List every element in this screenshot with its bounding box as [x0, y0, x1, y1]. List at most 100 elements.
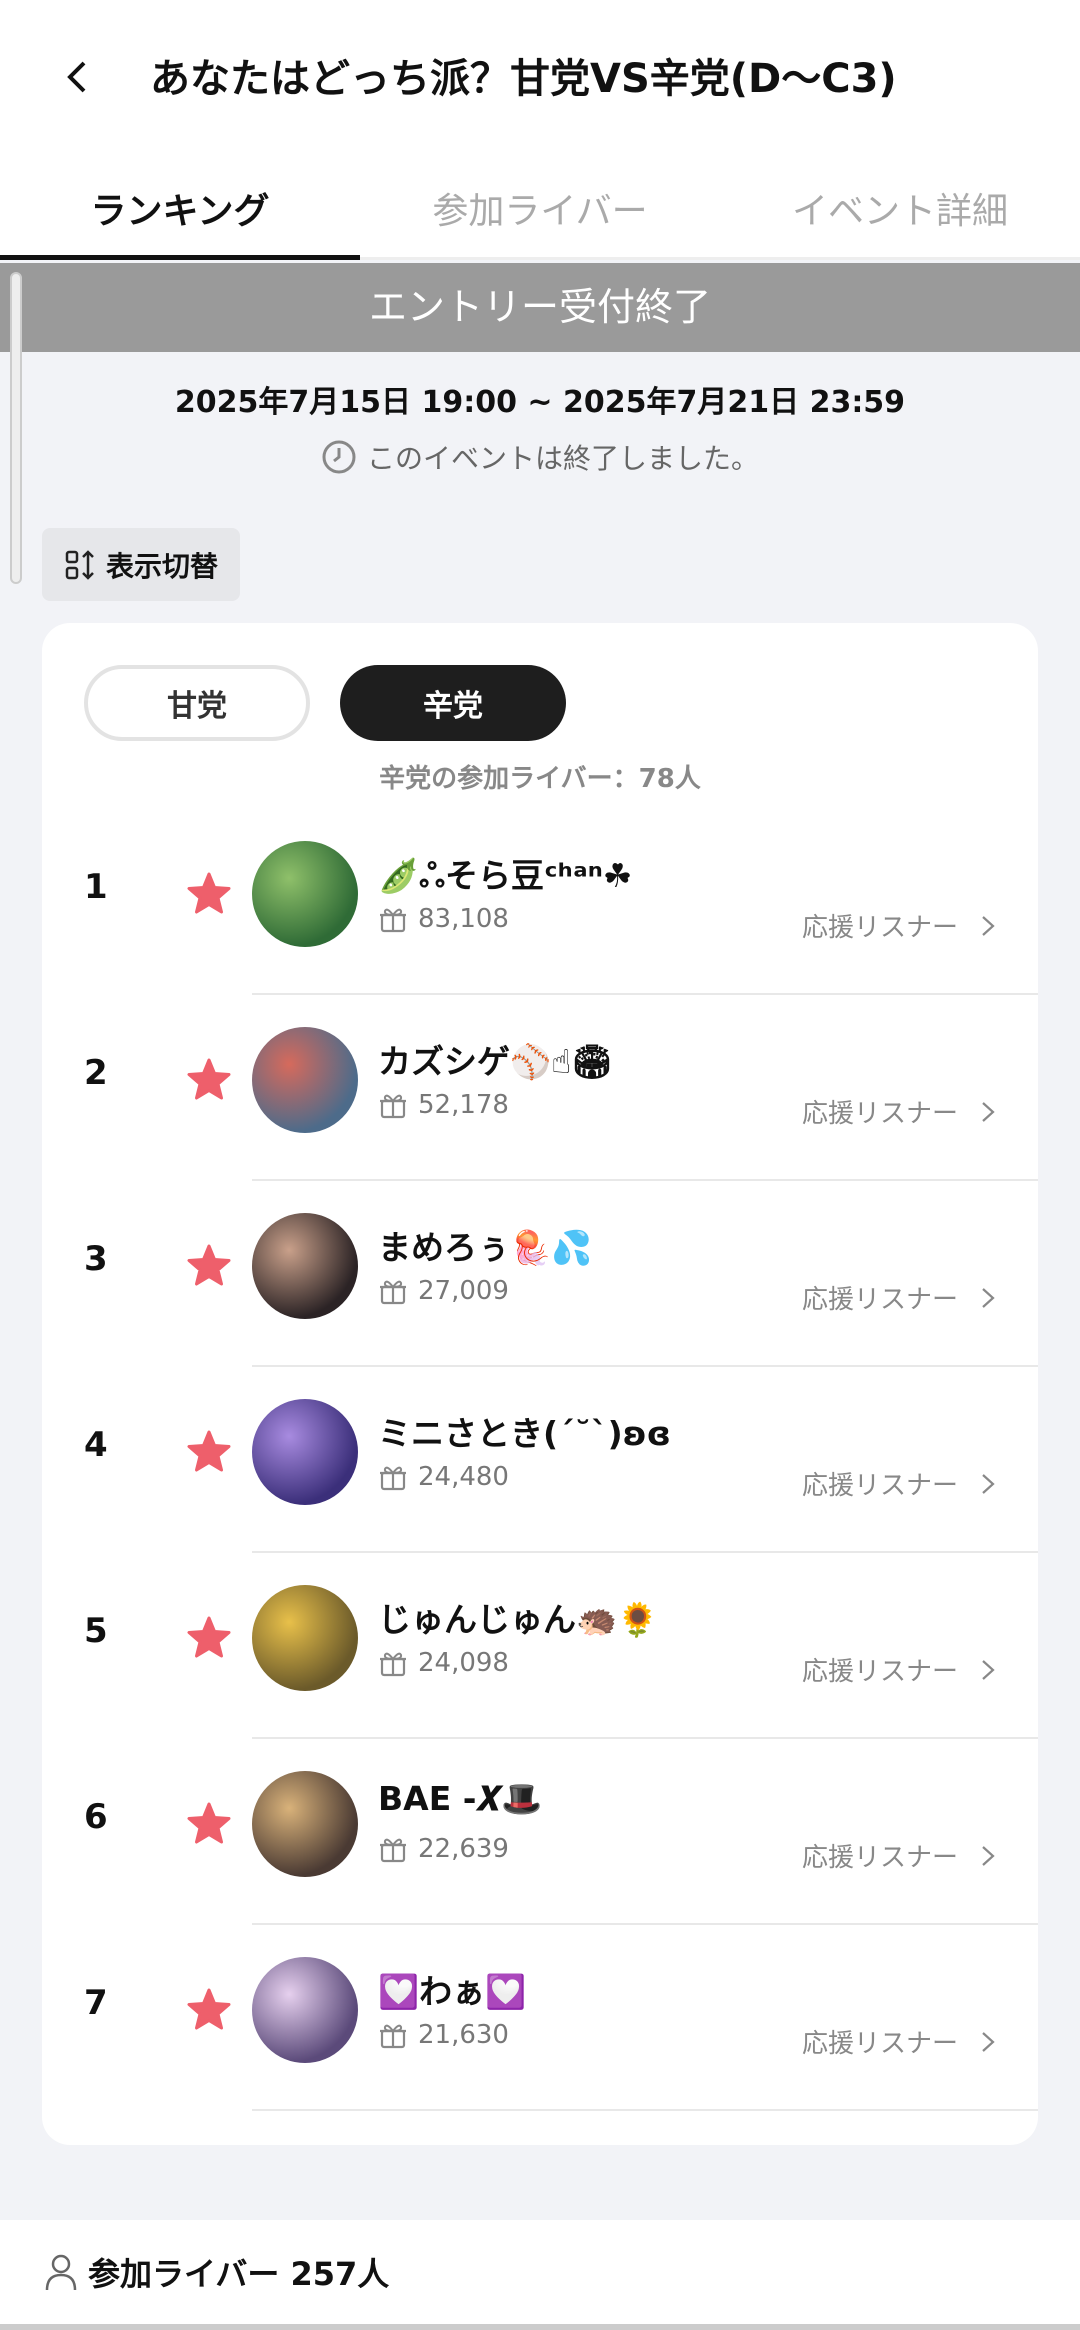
points: 24,480 [378, 1462, 509, 1492]
scrollbar[interactable] [10, 272, 22, 584]
points: 24,098 [378, 1648, 509, 1678]
chevron-right-icon [982, 1287, 995, 1308]
chevron-right-icon [982, 1473, 995, 1494]
supporter-link[interactable]: 応援リスナー [802, 1093, 996, 1130]
supporter-label: 応援リスナー [801, 2029, 958, 2059]
back-button[interactable] [52, 52, 102, 102]
supporter-link[interactable]: 応援リスナー [802, 1837, 996, 1874]
avatar[interactable] [252, 1399, 358, 1505]
rank-number: 5 [84, 1611, 108, 1651]
avatar[interactable] [252, 1585, 358, 1691]
rank-number: 4 [84, 1425, 108, 1465]
liver-name: カズシゲ⚾☝🏟 [378, 1042, 614, 1081]
star-icon [187, 1802, 231, 1844]
supporter-label: 応援リスナー [801, 1471, 958, 1501]
chevron-right-icon [982, 1101, 995, 1122]
points: 83,108 [378, 904, 509, 934]
chevron-right-icon [982, 915, 995, 936]
event-ended-notice: このイベントは終了しました。 [0, 437, 1080, 477]
supporter-link[interactable]: 応援リスナー [802, 1651, 996, 1688]
points-value: 22,639 [418, 1834, 509, 1864]
header: あなたはどっち派？甘党VS辛党(D〜C3) ランキング 参加ライバー イベント詳… [0, 0, 1080, 260]
points-value: 52,178 [418, 1090, 509, 1120]
avatar[interactable] [252, 1771, 358, 1877]
entry-closed-banner: エントリー受付終了 [0, 263, 1080, 352]
footer-label: 参加ライバー 257人 [88, 2255, 390, 2293]
ranking-list: 1 🫛ஃそら豆ᶜʰᵃⁿ☘ 83,108 応援リスナー 2 カズシゲ⚾☝🏟 52,… [42, 809, 1038, 2111]
points-value: 21,630 [418, 2020, 509, 2050]
points: 52,178 [378, 1090, 509, 1120]
liver-name: じゅんじゅん🦔🌻 [378, 1600, 659, 1639]
footer-participants[interactable]: 参加ライバー 257人 [0, 2220, 1080, 2324]
star-icon [187, 872, 231, 914]
star-icon [187, 1430, 231, 1472]
avatar[interactable] [252, 1027, 358, 1133]
ranking-row[interactable]: 5 じゅんじゅん🦔🌻 24,098 応援リスナー [42, 1553, 1038, 1739]
star-icon [187, 1616, 231, 1658]
star-icon [187, 1988, 231, 2030]
tab-ranking[interactable]: ランキング [0, 168, 360, 260]
star-icon [187, 1058, 231, 1100]
gift-icon [380, 1094, 406, 1119]
ranking-row[interactable]: 1 🫛ஃそら豆ᶜʰᵃⁿ☘ 83,108 応援リスナー [42, 809, 1038, 995]
event-period: 2025年7月15日 19:00 ~ 2025年7月21日 23:59 [174, 385, 906, 420]
avatar[interactable] [252, 1957, 358, 2063]
points-value: 27,009 [418, 1276, 509, 1306]
liver-name: BAE -𝑿🎩 [378, 1779, 543, 1818]
rank-number: 2 [84, 1053, 108, 1093]
gift-icon [380, 1838, 406, 1863]
row-divider [252, 2109, 1038, 2111]
supporter-label: 応援リスナー [801, 1843, 958, 1873]
ranking-card: 甘党 辛党 辛党の参加ライバー：78人 1 🫛ஃそら豆ᶜʰᵃⁿ☘ 83,108 … [42, 623, 1038, 2145]
supporter-link[interactable]: 応援リスナー [802, 907, 996, 944]
rank-number: 1 [84, 867, 108, 907]
avatar[interactable] [252, 841, 358, 947]
tab-event-details[interactable]: イベント詳細 [720, 168, 1080, 257]
rank-number: 6 [84, 1797, 108, 1837]
segment-spicy[interactable]: 辛党 [340, 665, 566, 741]
points-value: 24,480 [418, 1462, 509, 1492]
person-icon [45, 2254, 77, 2291]
clock-icon [322, 440, 356, 474]
supporter-label: 応援リスナー [801, 1285, 958, 1315]
gift-icon [380, 908, 406, 933]
supporter-link[interactable]: 応援リスナー [802, 1279, 996, 1316]
ranking-row[interactable]: 2 カズシゲ⚾☝🏟 52,178 応援リスナー [42, 995, 1038, 1181]
supporter-link[interactable]: 応援リスナー [802, 2023, 996, 2060]
points: 21,630 [378, 2020, 509, 2050]
ranking-row[interactable]: 7 💟わぁ💟 21,630 応援リスナー [42, 1925, 1038, 2111]
rank-number: 3 [84, 1239, 108, 1279]
tab-participants[interactable]: 参加ライバー [360, 168, 720, 257]
gift-icon [380, 2024, 406, 2049]
liver-name: ミニさとき(ˊ˘ˋ)ʚɞ [378, 1414, 671, 1453]
sort-toggle-icon [65, 549, 94, 580]
supporter-label: 応援リスナー [801, 1099, 958, 1129]
display-toggle-button[interactable]: 表示切替 [42, 528, 240, 601]
points: 22,639 [378, 1834, 509, 1864]
page-title: あなたはどっち派？甘党VS辛党(D〜C3) [150, 56, 897, 102]
chevron-right-icon [982, 1659, 995, 1680]
segment-sweet[interactable]: 甘党 [84, 665, 310, 741]
supporter-link[interactable]: 応援リスナー [802, 1465, 996, 1502]
gift-icon [380, 1466, 406, 1491]
participant-count: 辛党の参加ライバー：78人 [379, 764, 701, 794]
star-icon [187, 1244, 231, 1286]
supporter-label: 応援リスナー [801, 913, 958, 943]
gift-icon [380, 1280, 406, 1305]
points-value: 83,108 [418, 904, 509, 934]
points: 27,009 [378, 1276, 509, 1306]
rank-number: 7 [84, 1983, 108, 2023]
liver-name: 💟わぁ💟 [378, 1972, 527, 2011]
ranking-row[interactable]: 4 ミニさとき(ˊ˘ˋ)ʚɞ 24,480 応援リスナー [42, 1367, 1038, 1553]
chevron-right-icon [982, 1845, 995, 1866]
ranking-row[interactable]: 3 まめろぅ🪼💦 27,009 応援リスナー [42, 1181, 1038, 1367]
liver-name: 🫛ஃそら豆ᶜʰᵃⁿ☘ [378, 856, 633, 895]
chevron-left-icon [67, 61, 86, 93]
ranking-row[interactable]: 6 BAE -𝑿🎩 22,639 応援リスナー [42, 1739, 1038, 1925]
toggle-label: 表示切替 [105, 549, 218, 583]
ended-text: このイベントは終了しました。 [366, 442, 759, 475]
points-value: 24,098 [418, 1648, 509, 1678]
liver-name: まめろぅ🪼💦 [378, 1228, 593, 1267]
avatar[interactable] [252, 1213, 358, 1319]
bottom-edge [0, 2324, 1080, 2330]
